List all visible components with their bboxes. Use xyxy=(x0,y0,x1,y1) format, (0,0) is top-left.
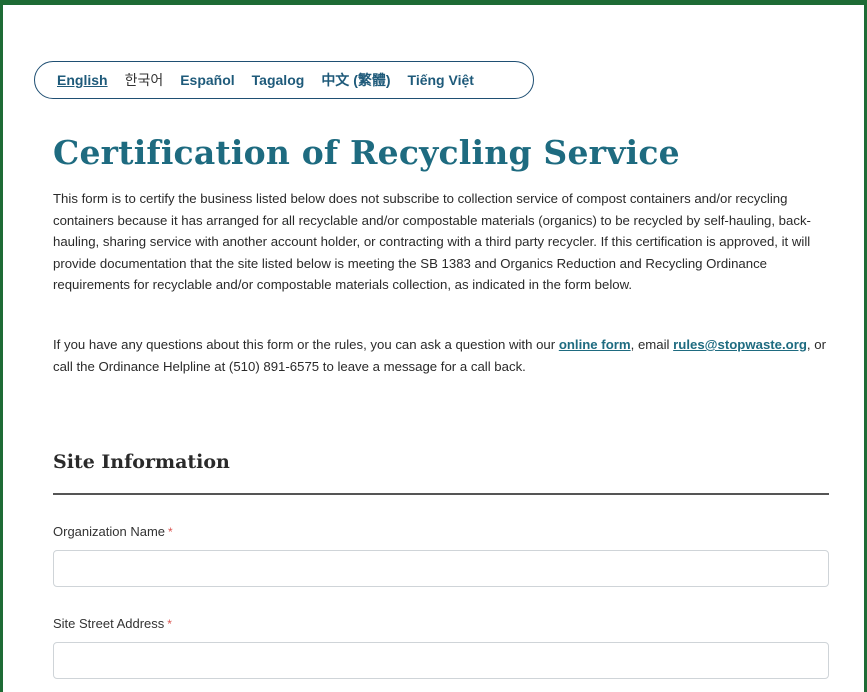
organization-name-label-text: Organization Name xyxy=(53,524,165,539)
email-link[interactable]: rules@stopwaste.org xyxy=(673,337,807,352)
page-frame: English 한국어 Español Tagalog 中文 (繁體) Tiến… xyxy=(0,0,867,692)
site-street-address-label-text: Site Street Address xyxy=(53,616,165,631)
language-link-chinese[interactable]: 中文 (繁體) xyxy=(321,70,390,90)
site-street-address-label: Site Street Address * xyxy=(53,616,172,631)
organization-name-input[interactable] xyxy=(53,550,829,587)
organization-name-label: Organization Name * xyxy=(53,524,173,539)
site-street-address-input[interactable] xyxy=(53,642,829,679)
required-marker: * xyxy=(168,525,173,539)
intro-paragraph: This form is to certify the business lis… xyxy=(53,191,811,292)
section-divider xyxy=(53,493,829,495)
questions-mid: , email xyxy=(630,337,674,352)
language-link-spanish[interactable]: Español xyxy=(180,72,234,88)
language-link-korean[interactable]: 한국어 xyxy=(125,70,164,90)
language-link-vietnamese[interactable]: Tiếng Việt xyxy=(408,72,474,88)
online-form-link[interactable]: online form xyxy=(559,337,631,352)
language-link-english[interactable]: English xyxy=(57,72,108,88)
language-selector: English 한국어 Español Tagalog 中文 (繁體) Tiến… xyxy=(34,61,534,99)
section-title-site-information: Site Information xyxy=(53,451,230,473)
questions-prefix: If you have any questions about this for… xyxy=(53,337,559,352)
language-link-tagalog[interactable]: Tagalog xyxy=(252,72,305,88)
required-marker: * xyxy=(167,617,172,631)
questions-paragraph: If you have any questions about this for… xyxy=(53,334,843,377)
page-title: Certification of Recycling Service xyxy=(53,133,680,172)
